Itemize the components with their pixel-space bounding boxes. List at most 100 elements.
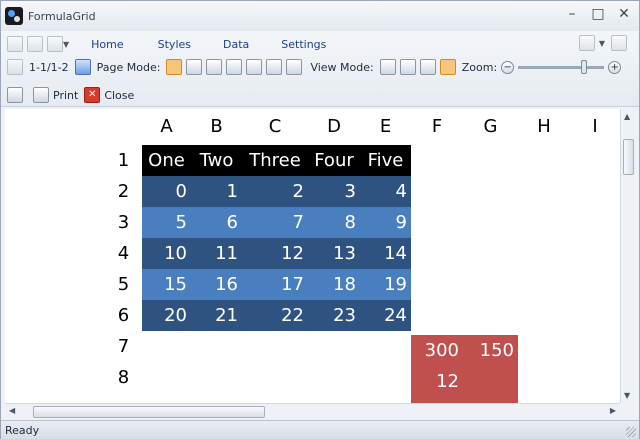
column-header-i: I (592, 116, 598, 137)
data-cell[interactable]: 18 (308, 269, 360, 300)
zoom-slider-thumb[interactable] (580, 59, 587, 74)
print-preview-quick-icon[interactable] (47, 36, 63, 52)
page-range-label: 1-1/1-2 (29, 60, 69, 74)
data-cell[interactable]: 10 (142, 238, 191, 269)
data-cell[interactable]: 22 (242, 300, 308, 331)
header-cell[interactable]: Four (308, 145, 360, 176)
page-mode-label: Page Mode: (96, 60, 161, 74)
scroll-up-icon[interactable]: ▲ (624, 112, 630, 121)
cell-g7[interactable]: 150 (463, 335, 518, 366)
data-cell[interactable]: 3 (308, 176, 360, 207)
menu-styles[interactable]: Styles (158, 38, 191, 51)
printer-icon[interactable] (33, 87, 49, 103)
page-mode-grid8-icon[interactable] (286, 59, 303, 75)
ribbon-right-tools: ▼ (577, 35, 629, 51)
column-header-c: C (268, 116, 282, 137)
data-cell[interactable]: 19 (360, 269, 411, 300)
data-cell[interactable]: 11 (191, 238, 242, 269)
close-button[interactable]: Close (104, 89, 134, 102)
vertical-scrollbar[interactable]: ▲ ▼ (620, 109, 636, 403)
first-page-icon[interactable] (7, 59, 23, 75)
horizontal-scrollbar[interactable]: ◀ ▶ (5, 403, 620, 419)
row-header-4: 4 (117, 243, 130, 264)
view-fit-page-icon[interactable] (419, 59, 436, 75)
horizontal-scroll-thumb[interactable] (33, 406, 265, 418)
data-cell[interactable]: 24 (360, 300, 411, 331)
page-mode-grid4-icon[interactable] (246, 59, 263, 75)
header-cell[interactable]: Two (191, 145, 242, 176)
spreadsheet-preview[interactable]: A B C D E F G H I 1 2 3 4 5 6 7 8 One Two Three Four Five 0 1 2 3… (5, 109, 636, 403)
row-header-1: 1 (117, 150, 130, 171)
style-dropdown-icon[interactable]: ▼ (599, 39, 605, 48)
data-cell[interactable]: 20 (142, 300, 191, 331)
header-cell[interactable]: One (142, 145, 191, 176)
next-page-icon[interactable] (74, 59, 91, 75)
cell-f7[interactable]: 300 (411, 335, 463, 366)
row-header-5: 5 (117, 274, 130, 295)
close-icon[interactable]: ✕ (84, 87, 101, 103)
data-cell[interactable]: 7 (242, 207, 308, 238)
page-toolbar-row: 1-1/1-2 Page Mode: View Mode: Zoom: − + (1, 56, 622, 78)
data-cell[interactable]: 15 (142, 269, 191, 300)
zoom-out-button[interactable]: − (501, 60, 515, 74)
save-icon[interactable] (7, 36, 23, 52)
status-bar: Ready (1, 420, 639, 439)
header-cell[interactable]: Five (360, 145, 411, 176)
data-cell[interactable]: 14 (360, 238, 411, 269)
column-header-a: A (160, 116, 173, 137)
view-fit-width-icon[interactable] (379, 59, 396, 75)
view-fit-height-icon[interactable] (399, 59, 416, 75)
data-cell[interactable]: 4 (360, 176, 411, 207)
data-cell[interactable]: 16 (191, 269, 242, 300)
zoom-in-button[interactable]: + (608, 60, 622, 74)
view-zoom-icon[interactable] (439, 59, 456, 75)
zoom-slider[interactable] (518, 59, 605, 74)
column-header-h: H (537, 116, 551, 137)
header-cell[interactable]: Three (242, 145, 308, 176)
print-quick-icon[interactable] (27, 36, 43, 52)
window-title: FormulaGrid (28, 9, 96, 23)
scroll-right-icon[interactable]: ▶ (610, 406, 616, 415)
page-setup-icon[interactable] (7, 87, 23, 103)
column-header-b: B (210, 116, 223, 137)
scroll-down-icon[interactable]: ▼ (624, 391, 630, 400)
resize-grip-icon[interactable] (626, 427, 636, 437)
page-mode-three-icon[interactable] (206, 59, 223, 75)
data-cell[interactable]: 12 (242, 238, 308, 269)
menu-settings[interactable]: Settings (281, 38, 326, 51)
minimize-button[interactable]: – (563, 7, 581, 23)
ribbon: ▼ Home Styles Data Settings ▼ 1-1/1-2 Pa… (1, 31, 639, 107)
menu-data[interactable]: Data (223, 38, 249, 51)
data-cell[interactable]: 5 (142, 207, 191, 238)
scroll-left-icon[interactable]: ◀ (9, 406, 15, 415)
cell-f8[interactable]: 12 (411, 366, 463, 397)
style-picker-icon[interactable] (578, 35, 595, 51)
data-cell[interactable]: 13 (308, 238, 360, 269)
maximize-button[interactable]: □ (589, 7, 607, 23)
quick-access-dropdown-icon[interactable]: ▼ (63, 40, 69, 49)
data-cell[interactable]: 9 (360, 207, 411, 238)
page-mode-single-icon[interactable] (166, 59, 183, 75)
column-header-d: D (327, 116, 341, 137)
data-cell[interactable]: 21 (191, 300, 242, 331)
page-mode-grid6-icon[interactable] (266, 59, 283, 75)
data-cell[interactable]: 0 (142, 176, 191, 207)
column-header-e: E (379, 116, 392, 137)
app-logo-icon (5, 7, 23, 25)
title-bar: FormulaGrid – □ ✕ (1, 1, 639, 31)
help-icon[interactable] (611, 35, 627, 51)
data-cell[interactable]: 2 (242, 176, 308, 207)
data-cell[interactable]: 8 (308, 207, 360, 238)
vertical-scroll-thumb[interactable] (623, 139, 634, 175)
page-mode-four-icon[interactable] (226, 59, 243, 75)
data-cell[interactable]: 23 (308, 300, 360, 331)
data-cell[interactable]: 6 (191, 207, 242, 238)
page-mode-two-icon[interactable] (186, 59, 203, 75)
menu-home[interactable]: Home (91, 38, 123, 51)
column-header-f: F (431, 116, 443, 137)
data-cell[interactable]: 17 (242, 269, 308, 300)
print-button[interactable]: Print (53, 89, 78, 102)
zoom-label: Zoom: (461, 60, 498, 74)
data-cell[interactable]: 1 (191, 176, 242, 207)
close-window-button[interactable]: ✕ (615, 7, 633, 23)
